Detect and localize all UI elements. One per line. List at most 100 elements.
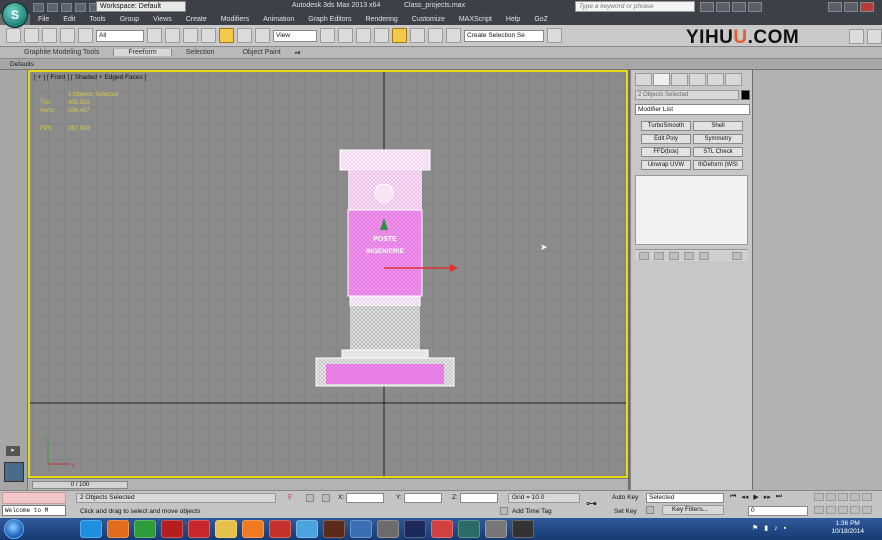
symmetry-button[interactable]: Symmetry: [693, 134, 743, 144]
save-icon[interactable]: [61, 2, 72, 12]
unknown-icon[interactable]: [485, 520, 507, 538]
lock-selection-icon[interactable]: [306, 494, 314, 502]
zoom-extents-icon[interactable]: [838, 493, 848, 501]
tab-selection[interactable]: Selection: [172, 49, 229, 56]
select-and-scale-button[interactable]: [255, 28, 270, 43]
play-icon[interactable]: ▶: [753, 493, 758, 501]
menu-create[interactable]: Create: [186, 16, 207, 23]
selection-filter-dropdown[interactable]: All: [96, 29, 144, 42]
taskbar-clock[interactable]: 1:36 PM 10/18/2014: [831, 520, 864, 536]
undo-icon[interactable]: [75, 2, 86, 12]
x-coordinate-field[interactable]: [346, 493, 384, 503]
panel-options-icon[interactable]: [732, 251, 742, 260]
viewport-label-menu[interactable]: [ + ] [ Front ] [ Shaded + Edged Faces ]: [34, 74, 146, 81]
snaps-toggle-button[interactable]: [374, 28, 389, 43]
viewport-thumbnail[interactable]: [4, 462, 24, 482]
menu-group[interactable]: Group: [120, 16, 139, 23]
menu-graph-editors[interactable]: Graph Editors: [308, 16, 351, 23]
mirror-button[interactable]: [547, 28, 562, 43]
edit-named-selection-button[interactable]: [446, 28, 461, 43]
pin-stack-icon[interactable]: [639, 251, 649, 260]
y-coordinate-field[interactable]: [404, 493, 442, 503]
photoshop-icon[interactable]: [404, 520, 426, 538]
zoom-all-icon[interactable]: [826, 493, 836, 501]
modifier-stack[interactable]: [635, 175, 748, 245]
keyboard-shortcut-override-button[interactable]: [356, 28, 371, 43]
select-link-button[interactable]: [42, 28, 57, 43]
ie-icon[interactable]: [80, 520, 102, 538]
key-filters-button[interactable]: Key Filters...: [672, 506, 708, 513]
paint-icon[interactable]: [269, 520, 291, 538]
keyword-search-input[interactable]: Type a keyword or phrase: [575, 1, 695, 12]
menu-file[interactable]: File: [38, 16, 49, 23]
maxscript-mini-listener[interactable]: Welcome to M: [2, 505, 66, 516]
walk-through-icon[interactable]: [850, 506, 860, 514]
dropbox-icon[interactable]: [296, 520, 318, 538]
opera-icon[interactable]: [188, 520, 210, 538]
tab-object-paint[interactable]: Object Paint: [229, 49, 295, 56]
unlink-button[interactable]: [60, 28, 75, 43]
orbit-icon[interactable]: [826, 506, 836, 514]
screen-icon[interactable]: [350, 520, 372, 538]
new-icon[interactable]: [33, 2, 44, 12]
use-pivot-button[interactable]: [320, 28, 335, 43]
favorites-icon[interactable]: [732, 2, 746, 12]
menu-help[interactable]: Help: [506, 16, 520, 23]
max-icon[interactable]: [458, 520, 480, 538]
communication-icon[interactable]: [716, 2, 730, 12]
edit-poly-button[interactable]: Edit Poly: [641, 134, 691, 144]
media-player-icon[interactable]: [242, 520, 264, 538]
make-unique-icon[interactable]: [669, 251, 679, 260]
key-mode-dropdown[interactable]: Selected: [646, 493, 724, 503]
redo-button[interactable]: [24, 28, 39, 43]
tab-graphite-modeling-tools[interactable]: Graphite Modeling Tools: [10, 49, 113, 56]
open-icon[interactable]: [47, 2, 58, 12]
isolate-icon[interactable]: ⚲: [287, 493, 292, 501]
menu-modifiers[interactable]: Modifiers: [221, 16, 249, 23]
person-icon[interactable]: [377, 520, 399, 538]
modifier-list-dropdown[interactable]: Modifier List: [635, 104, 750, 115]
menu-maxscript[interactable]: MAXScript: [459, 16, 492, 23]
menu-goz[interactable]: GoZ: [534, 16, 548, 23]
select-object-button[interactable]: [147, 28, 162, 43]
go-to-end-icon[interactable]: ⏭: [776, 493, 782, 501]
menu-views[interactable]: Views: [153, 16, 172, 23]
firefox-icon[interactable]: [107, 520, 129, 538]
next-frame-icon[interactable]: ▸▸: [764, 493, 771, 501]
menu-rendering[interactable]: Rendering: [365, 16, 397, 23]
bind-space-warp-button[interactable]: [78, 28, 93, 43]
region-zoom-icon[interactable]: [862, 506, 872, 514]
object-color-swatch[interactable]: [741, 90, 750, 100]
turbosmooth-button[interactable]: TurboSmooth: [641, 121, 691, 131]
front-viewport[interactable]: y x POSTE INGENIERIE [ + ] [ Front ] [ S…: [28, 70, 628, 478]
search-icon[interactable]: [700, 2, 714, 12]
flag-icon[interactable]: ⚑: [752, 524, 758, 532]
app-logo-button[interactable]: S: [2, 2, 28, 28]
select-by-name-button[interactable]: [165, 28, 180, 43]
add-time-tag[interactable]: Add Time Tag: [512, 508, 552, 515]
snagit-icon[interactable]: [431, 520, 453, 538]
render-icon[interactable]: [867, 29, 882, 44]
undo-button[interactable]: [6, 28, 21, 43]
close-button[interactable]: [860, 2, 874, 12]
time-tag-icon[interactable]: [500, 507, 508, 515]
previous-frame-icon[interactable]: ◂◂: [741, 493, 748, 501]
transform-mode-icon[interactable]: [322, 494, 330, 502]
tab-freeform[interactable]: Freeform: [113, 49, 172, 56]
filezilla-icon[interactable]: [161, 520, 183, 538]
create-tab-icon[interactable]: [635, 73, 652, 86]
maximize-button[interactable]: [844, 2, 858, 12]
stl-check-button[interactable]: STL Check: [693, 147, 743, 157]
menu-animation[interactable]: Animation: [263, 16, 294, 23]
hierarchy-tab-icon[interactable]: [671, 73, 688, 86]
app-icon[interactable]: [323, 520, 345, 538]
z-coordinate-field[interactable]: [460, 493, 498, 503]
selection-name-field[interactable]: 2 Objects Selected: [635, 90, 739, 100]
display-tab-icon[interactable]: [707, 73, 724, 86]
menu-customize[interactable]: Customize: [412, 16, 445, 23]
menu-tools[interactable]: Tools: [89, 16, 105, 23]
folder-icon[interactable]: [215, 520, 237, 538]
modify-tab-icon[interactable]: [653, 73, 670, 86]
reference-coordinate-dropdown[interactable]: View: [273, 29, 317, 42]
network-icon[interactable]: ▮: [764, 524, 768, 532]
